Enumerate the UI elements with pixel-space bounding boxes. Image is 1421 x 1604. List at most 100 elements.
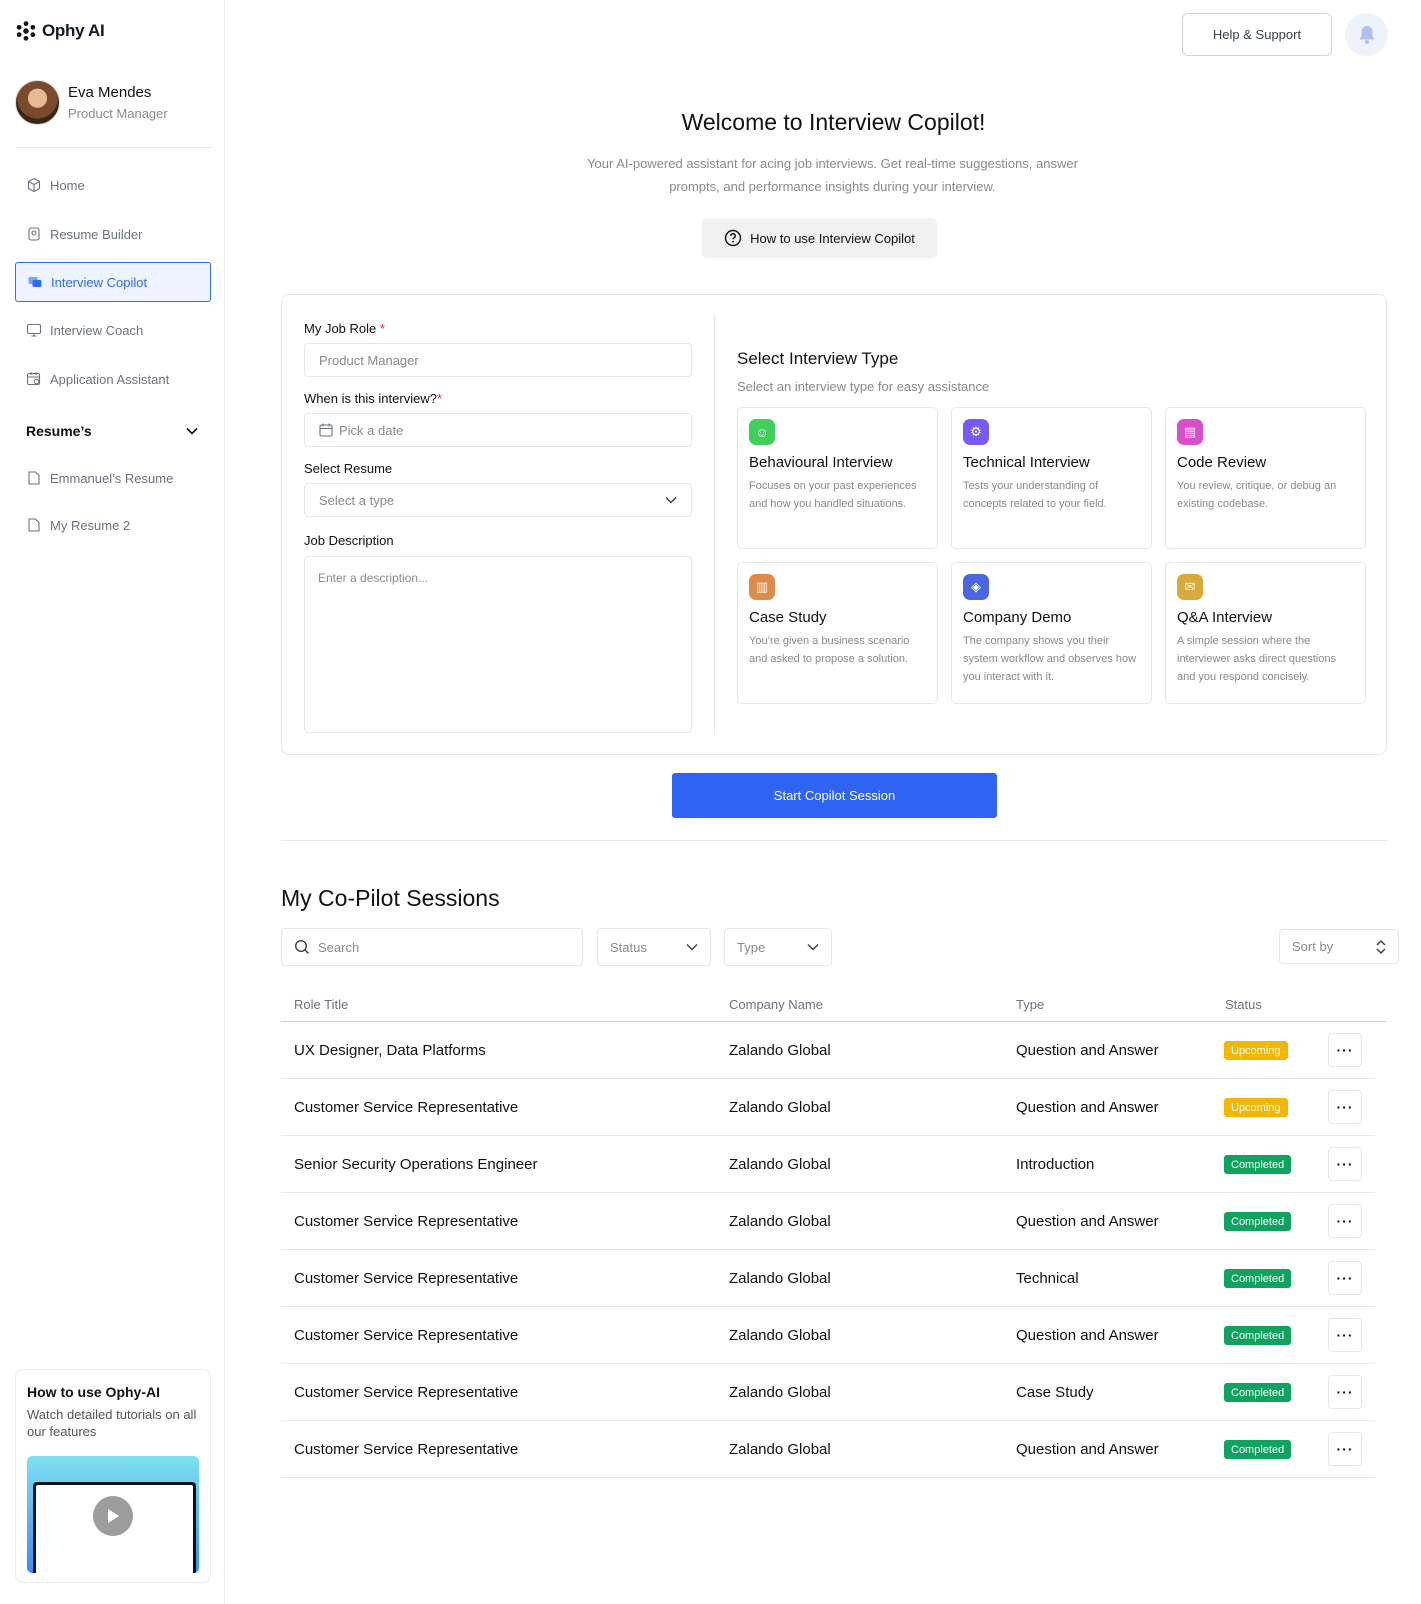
interview-type-name: Technical Interview xyxy=(963,454,1090,471)
ophy-logo-icon xyxy=(16,21,36,41)
interview-type-desc: You’re given a business scenario and ask… xyxy=(749,635,910,665)
sidebar-item-resume-builder[interactable]: Resume Builder xyxy=(15,214,211,254)
column-header-company[interactable]: Company Name xyxy=(729,997,823,1012)
sort-icon xyxy=(1376,939,1386,954)
sidebar-item-application-assistant[interactable]: Application Assistant xyxy=(15,359,211,399)
cell-role-title: Customer Service Representative xyxy=(294,1270,519,1287)
cell-type: Question and Answer xyxy=(1016,1327,1159,1344)
tutorial-title: How to use Ophy-AI xyxy=(27,1384,160,1400)
row-actions-button[interactable]: ··· xyxy=(1328,1204,1362,1238)
sidebar-resume-item[interactable]: My Resume 2 xyxy=(15,505,211,545)
tutorial-card[interactable]: How to use Ophy-AI Watch detailed tutori… xyxy=(15,1369,211,1583)
row-actions-button[interactable]: ··· xyxy=(1328,1090,1362,1124)
interview-type-company-demo[interactable]: ◈ Company Demo The company shows you the… xyxy=(951,562,1152,704)
status-badge: Upcoming xyxy=(1224,1098,1288,1117)
table-row[interactable]: Senior Security Operations Engineer Zalan… xyxy=(281,1136,1375,1193)
row-actions-button[interactable]: ··· xyxy=(1328,1318,1362,1352)
interview-type-desc: Tests your understanding of concepts rel… xyxy=(963,480,1107,510)
tutorial-video-thumbnail[interactable] xyxy=(27,1456,199,1573)
status-filter[interactable]: Status xyxy=(597,928,711,966)
search-icon xyxy=(294,939,309,954)
resume-select[interactable]: Select a type xyxy=(304,483,692,517)
job-description-label: Job Description xyxy=(304,533,394,548)
table-row[interactable]: Customer Service Representative Zalando G… xyxy=(281,1250,1375,1307)
sidebar-item-label: Home xyxy=(50,177,85,193)
table-row[interactable]: Customer Service Representative Zalando G… xyxy=(281,1364,1375,1421)
form-column-divider xyxy=(714,315,715,735)
interview-type-qa[interactable]: ✉ Q&A Interview A simple session where t… xyxy=(1165,562,1366,704)
tutorial-description: Watch detailed tutorials on all our feat… xyxy=(27,1407,197,1439)
bell-icon xyxy=(1359,25,1374,44)
section-divider xyxy=(281,840,1387,841)
cell-role-title: Customer Service Representative xyxy=(294,1441,519,1458)
page-subtitle: Your AI-powered assistant for acing job … xyxy=(587,156,1078,194)
table-row[interactable]: UX Designer, Data Platforms Zalando Globa… xyxy=(281,1022,1375,1079)
status-badge: Upcoming xyxy=(1224,1041,1288,1060)
sidebar-item-label: Application Assistant xyxy=(50,371,170,387)
cell-company-name: Zalando Global xyxy=(729,1384,831,1401)
row-actions-button[interactable]: ··· xyxy=(1328,1375,1362,1409)
table-row[interactable]: Customer Service Representative Zalando G… xyxy=(281,1421,1375,1478)
cell-role-title: UX Designer, Data Platforms xyxy=(294,1042,486,1059)
chevron-down-icon xyxy=(665,497,677,504)
interview-date-picker[interactable]: Pick a date xyxy=(304,413,692,447)
monitor-icon xyxy=(26,323,42,337)
qa-icon: ✉ xyxy=(1177,574,1203,600)
interview-type-name: Company Demo xyxy=(963,609,1072,626)
case-study-icon: ▥ xyxy=(749,574,775,600)
interview-type-case-study[interactable]: ▥ Case Study You’re given a business sce… xyxy=(737,562,938,704)
company-demo-icon: ◈ xyxy=(963,574,989,600)
column-header-role[interactable]: Role Title xyxy=(294,997,348,1012)
resumes-section-toggle[interactable]: Resume’s xyxy=(26,423,198,439)
profile-name: Eva Mendes xyxy=(68,84,152,101)
job-description-textarea[interactable]: Enter a description... xyxy=(304,556,692,733)
play-icon[interactable] xyxy=(93,1496,133,1536)
interview-type-behavioural[interactable]: ☺ Behavioural Interview Focuses on your … xyxy=(737,407,938,549)
cell-type: Introduction xyxy=(1016,1156,1095,1173)
how-to-use-button[interactable]: How to use Interview Copilot xyxy=(702,218,937,258)
user-profile[interactable]: Eva Mendes Product Manager xyxy=(15,80,168,125)
row-actions-button[interactable]: ··· xyxy=(1328,1261,1362,1295)
interview-type-name: Case Study xyxy=(749,609,827,626)
table-row[interactable]: Customer Service Representative Zalando G… xyxy=(281,1193,1375,1250)
chevron-down-icon xyxy=(807,944,819,951)
interview-type-technical[interactable]: ⚙ Technical Interview Tests your underst… xyxy=(951,407,1152,549)
sort-by-select[interactable]: Sort by xyxy=(1279,929,1399,964)
status-badge: Completed xyxy=(1224,1383,1292,1402)
help-support-button[interactable]: Help & Support xyxy=(1182,13,1332,56)
table-row[interactable]: Customer Service Representative Zalando G… xyxy=(281,1307,1375,1364)
resume-item-label: My Resume 2 xyxy=(50,517,131,533)
column-header-status[interactable]: Status xyxy=(1225,997,1262,1012)
column-header-type[interactable]: Type xyxy=(1016,997,1044,1012)
interview-type-desc: You review, critique, or debug an existi… xyxy=(1177,480,1337,510)
sidebar-item-label: Interview Coach xyxy=(50,322,144,338)
sidebar-resume-item[interactable]: Emmanuel’s Resume xyxy=(15,458,211,498)
type-filter[interactable]: Type xyxy=(724,928,832,966)
cell-role-title: Senior Security Operations Engineer xyxy=(294,1156,538,1173)
notification-bell[interactable] xyxy=(1345,13,1388,56)
sidebar-item-interview-coach[interactable]: Interview Coach xyxy=(15,310,211,350)
start-copilot-session-button[interactable]: Start Copilot Session xyxy=(672,773,997,818)
interview-type-name: Q&A Interview xyxy=(1177,609,1273,626)
brand-logo[interactable]: Ophy AI xyxy=(15,20,105,42)
row-actions-button[interactable]: ··· xyxy=(1328,1432,1362,1466)
status-badge: Completed xyxy=(1224,1440,1292,1459)
job-role-input[interactable]: Product Manager xyxy=(304,343,692,377)
sidebar: Ophy AI Eva Mendes Product Manager Home … xyxy=(0,0,225,1604)
sidebar-item-label: Interview Copilot xyxy=(51,274,148,290)
cell-company-name: Zalando Global xyxy=(729,1156,831,1173)
row-actions-button[interactable]: ··· xyxy=(1328,1033,1362,1067)
session-setup-card: My Job Role * Product Manager When is th… xyxy=(281,294,1387,755)
row-actions-button[interactable]: ··· xyxy=(1328,1147,1362,1181)
sidebar-item-home[interactable]: Home xyxy=(15,165,211,205)
interview-type-code-review[interactable]: ▤ Code Review You review, critique, or d… xyxy=(1165,407,1366,549)
cell-company-name: Zalando Global xyxy=(729,1441,831,1458)
sessions-search-input[interactable]: Search xyxy=(281,928,583,966)
avatar xyxy=(15,80,60,125)
cell-type: Case Study xyxy=(1016,1384,1094,1401)
table-row[interactable]: Customer Service Representative Zalando G… xyxy=(281,1079,1375,1136)
status-badge: Completed xyxy=(1224,1212,1292,1231)
interview-type-desc: A simple session where the interviewer a… xyxy=(1177,635,1336,683)
sidebar-item-interview-copilot[interactable]: Interview Copilot xyxy=(15,262,211,302)
chevron-down-icon xyxy=(186,427,198,435)
